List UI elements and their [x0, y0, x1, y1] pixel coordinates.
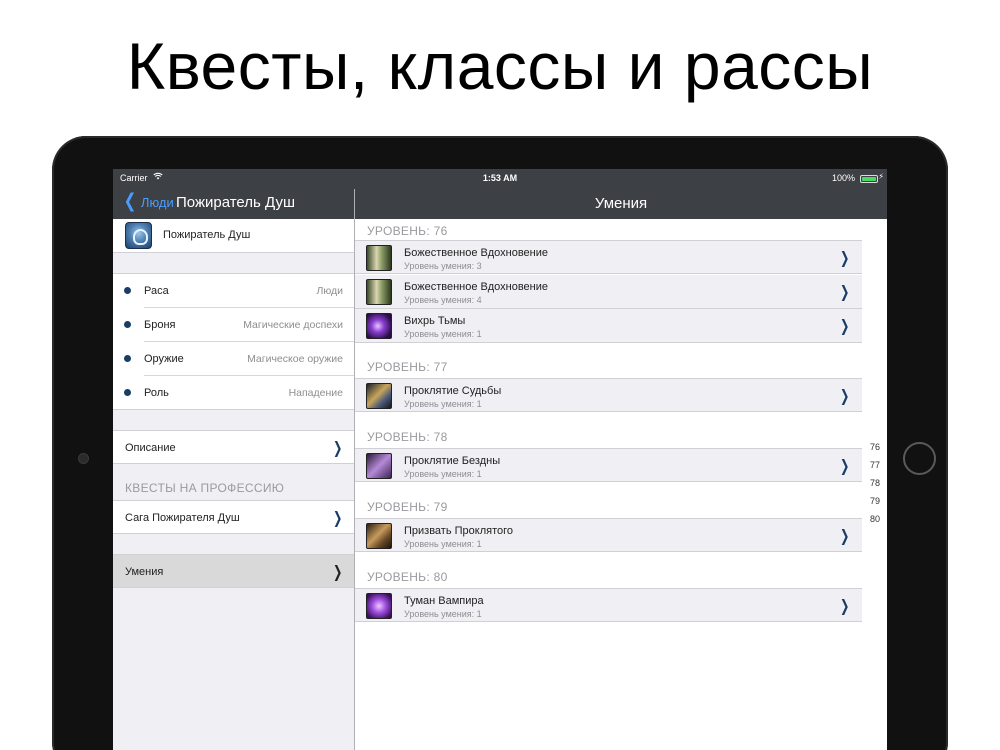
skill-icon [366, 593, 392, 619]
camera-icon [79, 454, 88, 463]
level-header: УРОВЕНЬ: 76 [367, 224, 448, 238]
chevron-right-icon: ❯ [839, 458, 849, 475]
right-nav-bar: Умения [355, 189, 887, 219]
status-bar: Carrier 1:53 AM 100% ⚡ [113, 169, 887, 189]
skill-row[interactable]: Туман Вампира Уровень умения: 1 ❯ [355, 588, 862, 622]
promo-title: Квесты, классы и рассы [126, 29, 874, 103]
skill-name: Божественное Вдохновение [404, 247, 548, 259]
attribute-value: Люди [316, 285, 343, 297]
bullet-icon [124, 355, 131, 362]
chevron-right-icon: ❯ [839, 318, 849, 335]
quest-cell[interactable]: Сага Пожирателя Душ ❯ [113, 500, 354, 534]
level-header: УРОВЕНЬ: 80 [367, 570, 448, 584]
chevron-right-icon: ❯ [332, 440, 342, 457]
skill-level: Уровень умения: 3 [404, 261, 482, 271]
skill-level: Уровень умения: 1 [404, 329, 482, 339]
skills-cell[interactable]: Умения ❯ [113, 554, 354, 588]
attribute-row: Оружие Магическое оружие [113, 342, 354, 376]
bullet-icon [124, 287, 131, 294]
skill-name: Призвать Проклятого [404, 525, 514, 537]
status-time: 1:53 AM [482, 173, 518, 183]
chevron-left-icon: ❮ [123, 191, 137, 212]
left-pane: Пожиратель Душ Раса Люди Броня Магически… [113, 219, 354, 750]
chevron-right-icon: ❯ [839, 250, 849, 267]
skill-name: Вихрь Тьмы [404, 315, 466, 327]
quest-label: Сага Пожирателя Душ [125, 512, 240, 524]
index-item[interactable]: 79 [865, 496, 885, 514]
attribute-value: Нападение [288, 387, 343, 399]
class-header-row: Пожиратель Душ [113, 219, 354, 253]
attribute-label: Раса [144, 285, 169, 297]
home-button[interactable] [903, 442, 936, 475]
skill-level: Уровень умения: 4 [404, 295, 482, 305]
skill-row[interactable]: Божественное Вдохновение Уровень умения:… [355, 275, 862, 309]
level-header: УРОВЕНЬ: 79 [367, 500, 448, 514]
skill-icon [366, 313, 392, 339]
attribute-row: Раса Люди [113, 274, 354, 308]
skill-name: Проклятие Бездны [404, 455, 501, 467]
level-header: УРОВЕНЬ: 78 [367, 430, 448, 444]
bullet-icon [124, 389, 131, 396]
attribute-label: Роль [144, 387, 169, 399]
skill-row[interactable]: Призвать Проклятого Уровень умения: 1 ❯ [355, 518, 862, 552]
skill-name: Туман Вампира [404, 595, 484, 607]
battery-icon [860, 175, 878, 183]
skill-level: Уровень умения: 1 [404, 609, 482, 619]
skill-level: Уровень умения: 1 [404, 399, 482, 409]
index-item[interactable]: 76 [865, 442, 885, 460]
right-pane: УРОВЕНЬ: 76 Божественное Вдохновение Уро… [355, 219, 887, 750]
skill-row[interactable]: Проклятие Судьбы Уровень умения: 1 ❯ [355, 378, 862, 412]
attributes-group: Раса Люди Броня Магические доспехи Оружи… [113, 273, 354, 410]
skill-icon [366, 279, 392, 305]
index-item[interactable]: 77 [865, 460, 885, 478]
attribute-row: Броня Магические доспехи [113, 308, 354, 342]
skill-row[interactable]: Вихрь Тьмы Уровень умения: 1 ❯ [355, 309, 862, 343]
chevron-right-icon: ❯ [839, 388, 849, 405]
skill-name: Божественное Вдохновение [404, 281, 548, 293]
chevron-right-icon: ❯ [839, 528, 849, 545]
skill-level: Уровень умения: 1 [404, 539, 482, 549]
index-item[interactable]: 78 [865, 478, 885, 496]
skills-label: Умения [125, 566, 164, 578]
class-emblem-icon [125, 222, 152, 249]
skill-icon [366, 523, 392, 549]
back-label: Люди [140, 194, 174, 210]
battery-percent: 100% [831, 173, 855, 183]
chevron-right-icon: ❯ [839, 284, 849, 301]
class-name: Пожиратель Душ [163, 229, 251, 241]
back-button[interactable]: ❮ Люди [122, 191, 174, 212]
skill-row[interactable]: Божественное Вдохновение Уровень умения:… [355, 240, 862, 274]
skill-row[interactable]: Проклятие Бездны Уровень умения: 1 ❯ [355, 448, 862, 482]
description-cell[interactable]: Описание ❯ [113, 430, 354, 464]
left-nav-title: Пожиратель Душ [176, 194, 296, 211]
index-item[interactable]: 80 [865, 514, 885, 532]
attribute-label: Броня [144, 319, 176, 331]
attribute-label: Оружие [144, 353, 184, 365]
attribute-value: Магические доспехи [243, 319, 343, 331]
app-screen: Carrier 1:53 AM 100% ⚡ ❮ Люди Пожиратель… [113, 169, 887, 750]
attribute-value: Магическое оружие [247, 353, 343, 365]
attribute-row: Роль Нападение [113, 376, 354, 410]
description-label: Описание [125, 442, 176, 454]
skill-level: Уровень умения: 1 [404, 469, 482, 479]
skill-icon [366, 245, 392, 271]
right-nav-title: Умения [594, 195, 648, 212]
left-nav-bar: ❮ Люди Пожиратель Душ [113, 189, 354, 219]
skill-icon [366, 453, 392, 479]
chevron-right-icon: ❯ [332, 510, 342, 527]
charging-icon: ⚡ [878, 172, 884, 181]
bullet-icon [124, 321, 131, 328]
quests-section-header: КВЕСТЫ НА ПРОФЕССИЮ [125, 481, 285, 495]
skill-icon [366, 383, 392, 409]
skill-name: Проклятие Судьбы [404, 385, 502, 397]
chevron-right-icon: ❯ [839, 598, 849, 615]
section-index: 76 77 78 79 80 [865, 442, 885, 532]
chevron-right-icon: ❯ [332, 564, 342, 581]
level-header: УРОВЕНЬ: 77 [367, 360, 448, 374]
